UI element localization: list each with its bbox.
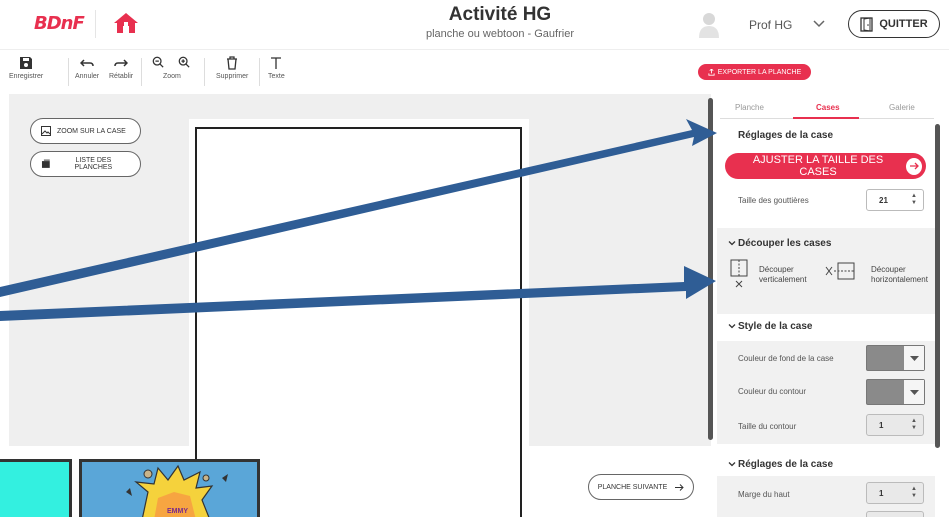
thumbnail-emmy-panel[interactable]: EMMY (79, 459, 260, 517)
user-name: Prof HG (749, 18, 793, 32)
stepper-arrows-icon[interactable]: ▲ ▼ (911, 486, 917, 500)
panel-scrollbar[interactable] (935, 124, 940, 448)
arrow-right-icon (675, 483, 684, 491)
next-stepper[interactable] (866, 511, 924, 517)
list-pages-label: LISTE DES PLANCHES (74, 157, 113, 171)
margin-top-stepper[interactable]: 1 ▲ ▼ (866, 482, 924, 504)
zoom-label-wrap: Zoom (163, 73, 181, 80)
active-tab-indicator (793, 117, 859, 119)
dropdown-arrow-icon (904, 380, 924, 404)
tab-cases[interactable]: Cases (816, 103, 840, 112)
image-icon (41, 126, 51, 136)
gutter-label: Taille des gouttières (738, 196, 809, 205)
title-block: Activité HG planche ou webtoon - Gaufrie… (380, 4, 620, 40)
thumbnail-cyan-panel[interactable] (0, 459, 72, 517)
tab-galerie[interactable]: Galerie (889, 103, 915, 112)
reglages-title: Réglages de la case (738, 130, 834, 141)
cut-horizontal-icon[interactable] (824, 262, 858, 280)
text-label: Texte (268, 73, 285, 80)
bg-color-label: Couleur de fond de la case (738, 354, 834, 363)
margin-top-value: 1 (879, 488, 884, 498)
chevron-down-icon[interactable] (728, 239, 736, 247)
reglages2-title: Réglages de la case (738, 459, 834, 470)
undo-icon (80, 59, 94, 67)
border-size-value: 1 (879, 420, 884, 430)
canvas-scrollbar[interactable] (708, 98, 713, 440)
save-icon (20, 57, 33, 69)
delete-label: Supprimer (216, 73, 249, 80)
border-size-label: Taille du contour (738, 422, 797, 431)
text-button[interactable]: Texte (268, 56, 285, 80)
text-icon (271, 57, 282, 69)
cut-title: Découper les cases (738, 238, 832, 249)
pages-icon (41, 159, 50, 168)
page-title: Activité HG (448, 4, 552, 25)
adjust-size-label: AJUSTER LA TAILLE DES CASES (752, 154, 884, 178)
toolbar-divider (204, 58, 205, 86)
toolbar-divider (259, 58, 260, 86)
gutter-value: 21 (879, 195, 888, 205)
save-button[interactable]: Enregistrer (9, 56, 43, 80)
stepper-arrows-icon[interactable]: ▲ ▼ (911, 193, 917, 207)
home-icon[interactable] (113, 12, 139, 34)
avatar (699, 13, 719, 38)
bg-color-dropdown[interactable] (866, 345, 925, 371)
next-page-label: PLANCHE SUIVANTE (597, 483, 668, 491)
border-size-stepper[interactable]: 1 ▲ ▼ (866, 414, 924, 436)
trash-icon (227, 56, 238, 70)
cut-vertical-icon[interactable] (730, 259, 748, 289)
redo-button[interactable]: Rétablir (109, 56, 133, 80)
thumbnail-text: EMMY (167, 508, 188, 515)
redo-icon (114, 59, 129, 67)
chevron-down-icon[interactable] (812, 16, 826, 30)
page-subtitle: planche ou webtoon - Gaufrier (426, 28, 574, 40)
quit-label: QUITTER (879, 18, 928, 30)
gutter-stepper[interactable]: 21 ▲ ▼ (866, 189, 924, 211)
redo-label: Rétablir (109, 73, 134, 80)
margin-top-label: Marge du haut (738, 490, 790, 499)
next-page-button[interactable]: PLANCHE SUIVANTE (588, 474, 694, 500)
adjust-size-button[interactable]: AJUSTER LA TAILLE DES CASES (725, 153, 926, 179)
arrow-right-icon (906, 157, 922, 175)
delete-button[interactable]: Supprimer (216, 56, 248, 80)
border-color-dropdown[interactable] (866, 379, 925, 405)
style-title: Style de la case (738, 321, 813, 332)
quit-button[interactable]: QUITTER (848, 10, 940, 38)
zoom-out-icon[interactable] (152, 56, 164, 68)
header-divider (95, 10, 96, 38)
zoom-in-icon[interactable] (178, 56, 190, 68)
export-icon (708, 68, 715, 76)
cut-horizontal-label[interactable]: Découper horizontalement (871, 265, 928, 285)
undo-button[interactable]: Annuler (75, 56, 99, 80)
list-pages-button[interactable]: LISTE DES PLANCHES (30, 151, 141, 177)
toolbar-divider (141, 58, 142, 86)
export-label: EXPORTER LA PLANCHE (717, 68, 802, 76)
door-icon (860, 16, 874, 32)
toolbar-divider (68, 58, 69, 86)
border-color-label: Couleur du contour (738, 387, 807, 396)
zoom-case-label: ZOOM SUR LA CASE (57, 127, 126, 135)
dropdown-arrow-icon (904, 346, 924, 370)
bdnf-logo[interactable]: BDnF (34, 13, 85, 34)
zoom-case-button[interactable]: ZOOM SUR LA CASE (30, 118, 141, 144)
undo-label: Annuler (75, 73, 100, 80)
chevron-down-icon[interactable] (728, 322, 736, 330)
tab-planche[interactable]: Planche (735, 103, 764, 112)
save-label: Enregistrer (9, 73, 44, 80)
app-header: BDnF Activité HG planche ou webtoon - Ga… (0, 0, 949, 50)
zoom-label: Zoom (163, 73, 181, 80)
stepper-arrows-icon[interactable]: ▲ ▼ (911, 418, 917, 432)
cut-vertical-label[interactable]: Découper verticalement (759, 265, 807, 285)
chevron-down-icon[interactable] (728, 460, 736, 468)
export-button[interactable]: EXPORTER LA PLANCHE (698, 64, 811, 80)
